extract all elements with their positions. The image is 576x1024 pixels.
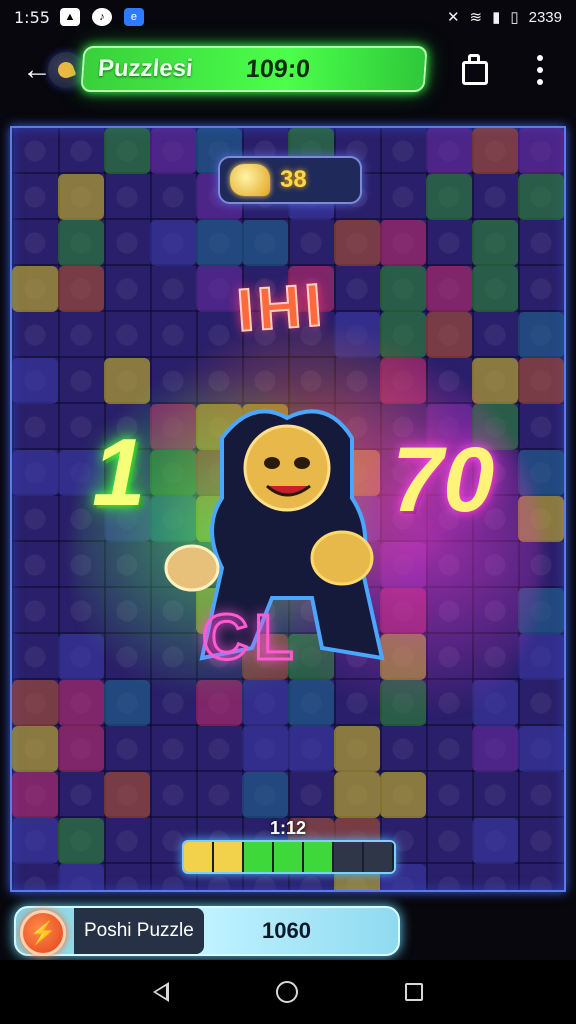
progress-segment [364, 842, 394, 872]
lightning-icon: ⚡ [20, 910, 66, 956]
puzzle-piece[interactable] [12, 266, 58, 312]
more-options-icon[interactable] [530, 52, 550, 88]
level-name: Poshi Puzzle [74, 908, 204, 954]
app-bar: ← Puzzlesi 109:0 [0, 38, 576, 104]
puzzle-piece[interactable] [426, 128, 472, 174]
puzzle-piece[interactable] [58, 174, 104, 220]
puzzle-piece[interactable] [150, 220, 196, 266]
puzzle-piece[interactable] [518, 128, 564, 174]
puzzle-piece[interactable] [518, 726, 564, 772]
puzzle-piece[interactable] [472, 128, 518, 174]
right-number: 70 [392, 429, 495, 531]
level-score: 1060 [262, 918, 311, 943]
mute-icon: ✕ [446, 9, 460, 26]
puzzle-piece[interactable] [12, 818, 58, 864]
puzzle-piece[interactable] [150, 128, 196, 174]
puzzle-piece[interactable] [472, 358, 518, 404]
status-right-text: 2339 [528, 8, 562, 26]
nav-back-icon[interactable] [153, 982, 170, 1002]
nav-home-icon[interactable] [275, 981, 298, 1003]
coin-counter: 38 [218, 156, 362, 204]
coin-icon [230, 164, 270, 196]
music-icon: ♪ [91, 8, 112, 26]
puzzle-board[interactable]: 38 IHI 1 70 CL 1:12 [10, 126, 566, 892]
puzzle-piece[interactable] [12, 450, 58, 496]
puzzle-piece[interactable] [472, 266, 518, 312]
progress-bar [182, 840, 396, 874]
puzzle-piece[interactable] [472, 220, 518, 266]
puzzle-piece[interactable] [426, 266, 472, 312]
puzzle-piece[interactable] [242, 220, 288, 266]
navigation-bar [0, 960, 576, 1024]
puzzle-piece[interactable] [12, 726, 58, 772]
status-time: 1:55 [14, 7, 50, 27]
puzzle-piece[interactable] [58, 864, 104, 890]
puzzle-piece[interactable] [12, 772, 58, 818]
app-root: 1:55 ▲ ♪ e ✕ ≋ ▮ ▯ 2339 ← Puzzlesi 109:0 [0, 0, 576, 1024]
left-number: 1 [92, 419, 146, 526]
neon-bottom-text: CL [200, 600, 300, 675]
progress-segment [244, 842, 274, 872]
progress-segment [304, 842, 334, 872]
puzzle-piece[interactable] [58, 818, 104, 864]
puzzle-piece[interactable] [58, 726, 104, 772]
level-bar[interactable]: ⚡ Poshi Puzzle 1060 [14, 906, 400, 956]
puzzle-piece[interactable] [426, 312, 472, 358]
puzzle-piece[interactable] [472, 726, 518, 772]
progress-segment [214, 842, 244, 872]
share-icon[interactable] [460, 54, 490, 86]
status-right: ✕ ≋ ▮ ▯ 2339 [446, 8, 562, 27]
puzzle-piece[interactable] [12, 680, 58, 726]
status-bar: 1:55 ▲ ♪ e ✕ ≋ ▮ ▯ 2339 [0, 0, 576, 34]
puzzle-piece[interactable] [472, 818, 518, 864]
wifi-icon: ≋ [469, 9, 483, 26]
puzzle-piece[interactable] [104, 128, 150, 174]
puzzle-piece[interactable] [104, 772, 150, 818]
progress-segment [184, 842, 214, 872]
puzzle-piece[interactable] [58, 220, 104, 266]
puzzle-piece[interactable] [518, 174, 564, 220]
puzzle-piece[interactable] [196, 220, 242, 266]
puzzle-piece[interactable] [518, 312, 564, 358]
nav-recents-icon[interactable] [404, 983, 423, 1001]
puzzle-piece[interactable] [426, 174, 472, 220]
puzzle-piece[interactable] [518, 358, 564, 404]
puzzle-piece[interactable] [58, 266, 104, 312]
header-score: 109:0 [245, 54, 312, 83]
app-icon: e [123, 8, 144, 26]
battery-icon: ▯ [510, 9, 519, 26]
image-icon: ▲ [59, 8, 80, 26]
puzzle-piece[interactable] [380, 220, 426, 266]
progress-segment [334, 842, 364, 872]
signal-icon: ▮ [492, 9, 501, 26]
coin-value: 38 [280, 166, 307, 193]
puzzle-piece[interactable] [380, 772, 426, 818]
progress-segment [274, 842, 304, 872]
back-button[interactable]: ← [22, 48, 84, 92]
puzzle-piece[interactable] [334, 220, 380, 266]
puzzle-piece[interactable] [380, 266, 426, 312]
progress-label: 1:12 [270, 818, 307, 838]
profile-orb-icon [48, 52, 84, 88]
puzzle-piece[interactable] [12, 358, 58, 404]
puzzle-piece[interactable] [58, 680, 104, 726]
title-bar: Puzzlesi 109:0 [80, 46, 428, 92]
page-title: Puzzlesi [97, 55, 194, 82]
neon-top-text: IHI [234, 270, 329, 345]
